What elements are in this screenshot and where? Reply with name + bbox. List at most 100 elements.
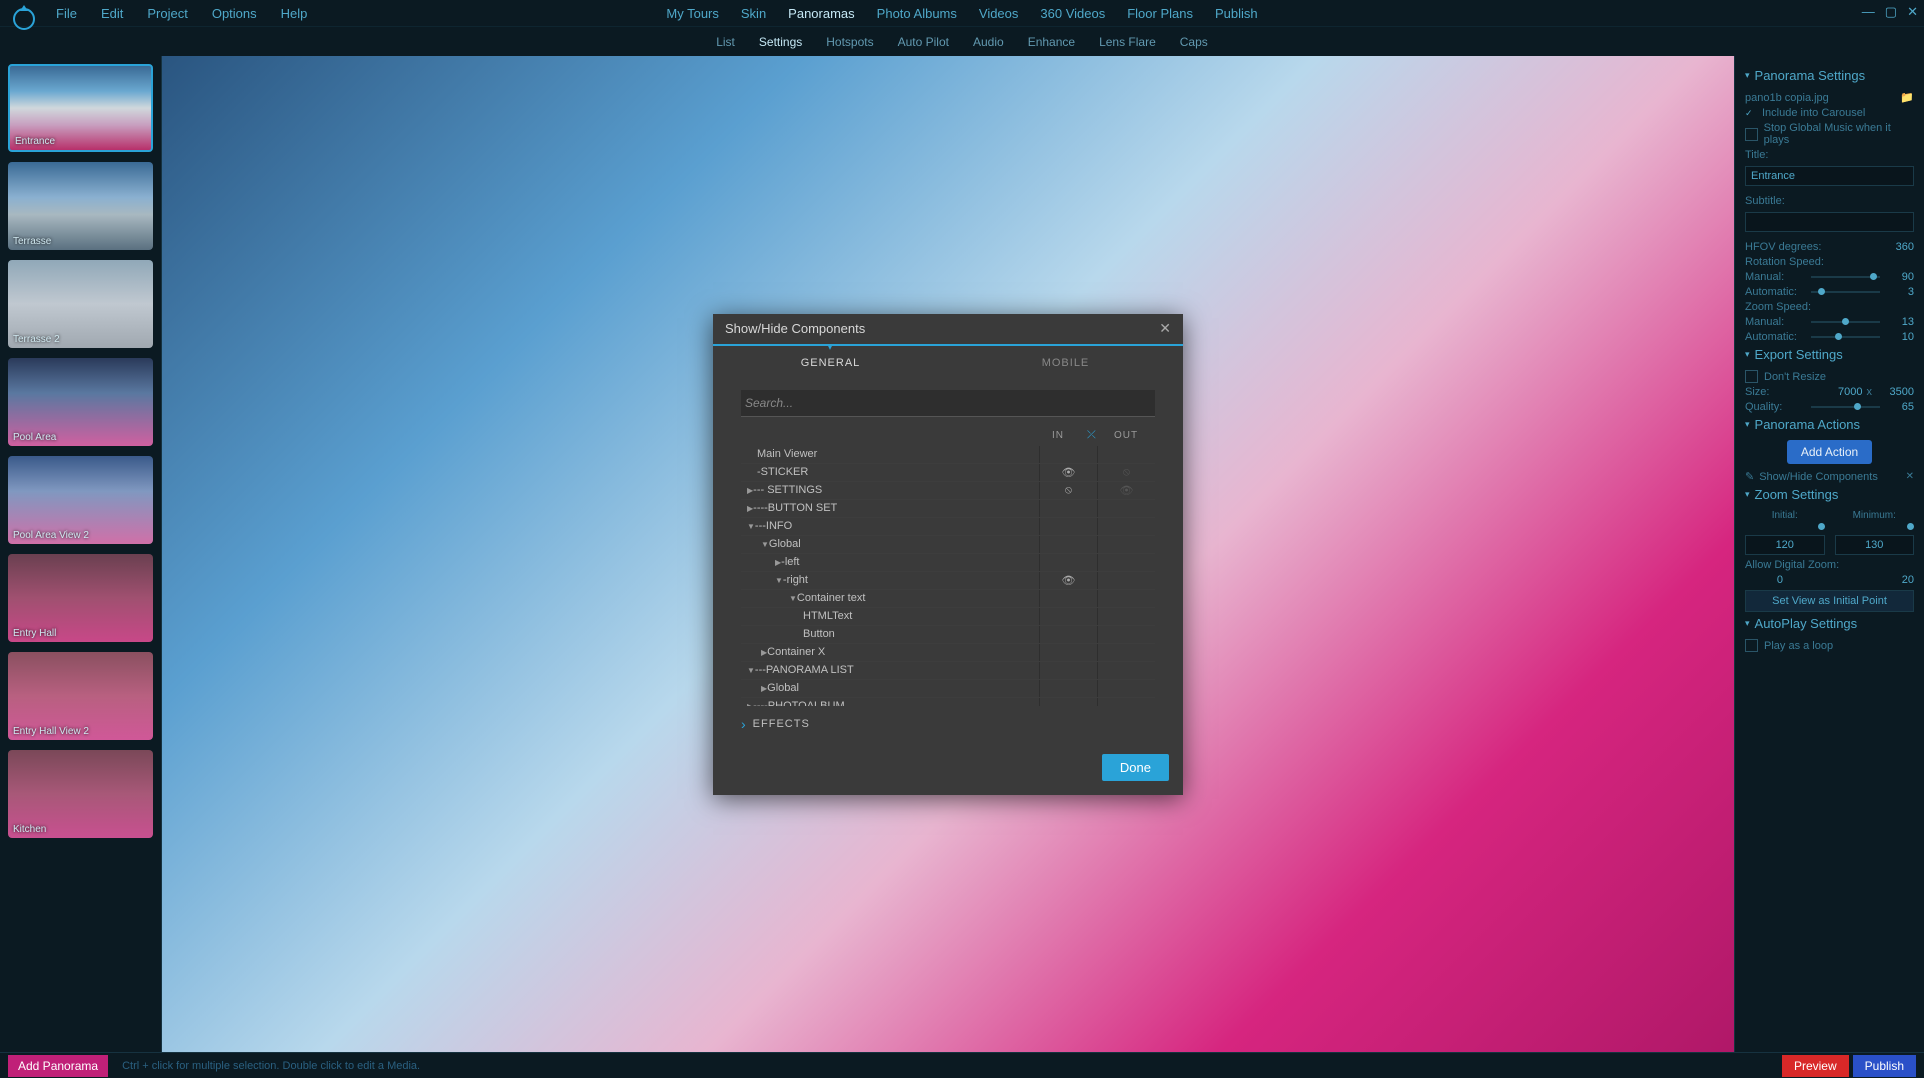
in-toggle[interactable] [1039,644,1097,661]
size-h[interactable]: 3500 [1876,386,1914,398]
out-toggle[interactable] [1097,590,1155,607]
tab-publish[interactable]: Publish [1215,6,1258,21]
stop-music-checkbox[interactable]: Stop Global Music when it plays [1745,122,1914,146]
tree-row[interactable]: ▼Container text [741,590,1155,608]
export-settings-header[interactable]: Export Settings [1745,347,1914,362]
panorama-actions-header[interactable]: Panorama Actions [1745,417,1914,432]
tree-row[interactable]: ▼---INFO [741,518,1155,536]
in-toggle[interactable]: 👁 [1039,464,1097,481]
tree-arrow-icon[interactable]: ▼ [789,594,797,603]
link-icon[interactable]: ⤫ [1087,429,1097,442]
in-toggle[interactable] [1039,500,1097,517]
publish-button[interactable]: Publish [1853,1055,1916,1077]
in-toggle[interactable] [1039,446,1097,463]
subnav-audio[interactable]: Audio [973,35,1004,49]
tab-mytours[interactable]: My Tours [666,6,719,21]
preview-button[interactable]: Preview [1782,1055,1849,1077]
tree-row[interactable]: Main Viewer [741,446,1155,464]
tab-floorplans[interactable]: Floor Plans [1127,6,1193,21]
tree-row[interactable]: ▶----PHOTOALBUM [741,698,1155,706]
tree-arrow-icon[interactable]: ▼ [761,540,769,549]
in-toggle[interactable] [1039,698,1097,706]
menu-edit[interactable]: Edit [101,6,123,21]
thumbnail-pool-area[interactable]: Pool Area [8,358,153,446]
action-show-hide-components[interactable]: ✎ Show/Hide Components ✕ [1745,470,1914,483]
add-panorama-button[interactable]: Add Panorama [8,1055,108,1077]
tree-row[interactable]: ▶----BUTTON SET [741,500,1155,518]
in-toggle[interactable] [1039,608,1097,625]
subnav-enhance[interactable]: Enhance [1028,35,1075,49]
out-toggle[interactable] [1097,446,1155,463]
size-w[interactable]: 7000 [1825,386,1863,398]
tree-row[interactable]: Button [741,626,1155,644]
tree-row[interactable]: ▼-right👁 [741,572,1155,590]
folder-icon[interactable]: 📁 [1900,91,1914,104]
zoom-manual-slider[interactable]: Manual: 13 [1745,316,1914,328]
in-toggle[interactable] [1039,536,1097,553]
quality-slider[interactable]: Quality: 65 [1745,401,1914,413]
zoom-settings-header[interactable]: Zoom Settings [1745,487,1914,502]
title-input[interactable] [1745,166,1914,186]
subnav-list[interactable]: List [716,35,735,49]
add-action-button[interactable]: Add Action [1787,440,1872,464]
tab-skin[interactable]: Skin [741,6,766,21]
modal-tab-mobile[interactable]: MOBILE [948,346,1183,380]
play-loop-checkbox[interactable]: Play as a loop [1745,639,1914,652]
thumbnail-entry-hall-view-2[interactable]: Entry Hall View 2 [8,652,153,740]
thumbnail-terrasse[interactable]: Terrasse [8,162,153,250]
include-carousel-checkbox[interactable]: Include into Carousel [1745,107,1914,119]
tree-row[interactable]: ▼---PANORAMA LIST [741,662,1155,680]
subnav-lensflare[interactable]: Lens Flare [1099,35,1156,49]
in-toggle[interactable] [1039,554,1097,571]
tree-row[interactable]: ▶--- SETTINGS⦸👁 [741,482,1155,500]
thumbnail-pool-area-view-2[interactable]: Pool Area View 2 [8,456,153,544]
viewport[interactable]: Show/Hide Components ✕ GENERAL MOBILE IN… [162,56,1734,1052]
tree-row[interactable]: ▶-left [741,554,1155,572]
effects-section[interactable]: EFFECTS [741,706,1155,736]
out-toggle[interactable] [1097,698,1155,706]
set-initial-point-button[interactable]: Set View as Initial Point [1745,590,1914,612]
tree-row[interactable]: ▶Global [741,680,1155,698]
done-button[interactable]: Done [1102,754,1169,781]
in-toggle[interactable]: 👁 [1039,572,1097,589]
out-toggle[interactable] [1097,608,1155,625]
menu-project[interactable]: Project [147,6,187,21]
dz-val1[interactable]: 20 [1876,574,1914,586]
out-toggle[interactable] [1097,680,1155,697]
in-toggle[interactable] [1039,590,1097,607]
modal-tab-general[interactable]: GENERAL [713,346,948,380]
out-toggle[interactable] [1097,644,1155,661]
out-toggle[interactable] [1097,572,1155,589]
menu-file[interactable]: File [56,6,77,21]
panorama-settings-header[interactable]: Panorama Settings [1745,68,1914,83]
tree-row[interactable]: HTMLText [741,608,1155,626]
subnav-caps[interactable]: Caps [1180,35,1208,49]
in-toggle[interactable] [1039,680,1097,697]
subnav-hotspots[interactable]: Hotspots [826,35,873,49]
in-toggle[interactable] [1039,662,1097,679]
out-toggle[interactable] [1097,662,1155,679]
minimize-icon[interactable]: — [1862,4,1875,20]
modal-search-input[interactable] [741,390,1155,417]
hfov-value[interactable]: 360 [1876,241,1914,253]
subnav-settings[interactable]: Settings [759,35,802,49]
autoplay-settings-header[interactable]: AutoPlay Settings [1745,616,1914,631]
tree-row[interactable]: -STICKER👁⦸ [741,464,1155,482]
tab-videos[interactable]: Videos [979,6,1019,21]
maximize-icon[interactable]: ▢ [1885,4,1897,20]
menu-help[interactable]: Help [281,6,308,21]
tab-360videos[interactable]: 360 Videos [1040,6,1105,21]
thumbnail-terrasse-2[interactable]: Terrasse 2 [8,260,153,348]
tree-arrow-icon[interactable]: ▼ [747,522,755,531]
dont-resize-checkbox[interactable]: Don't Resize [1745,370,1914,383]
modal-close-icon[interactable]: ✕ [1159,320,1171,337]
thumbnail-kitchen[interactable]: Kitchen [8,750,153,838]
tab-photoalbums[interactable]: Photo Albums [877,6,957,21]
out-toggle[interactable] [1097,518,1155,535]
tree-row[interactable]: ▼Global [741,536,1155,554]
dz-val0[interactable]: 0 [1745,574,1783,586]
out-toggle[interactable]: ⦸ [1097,464,1155,481]
subtitle-input[interactable] [1745,212,1914,232]
minimum-zoom-input[interactable]: 130 [1835,535,1915,555]
subnav-autopilot[interactable]: Auto Pilot [898,35,949,49]
